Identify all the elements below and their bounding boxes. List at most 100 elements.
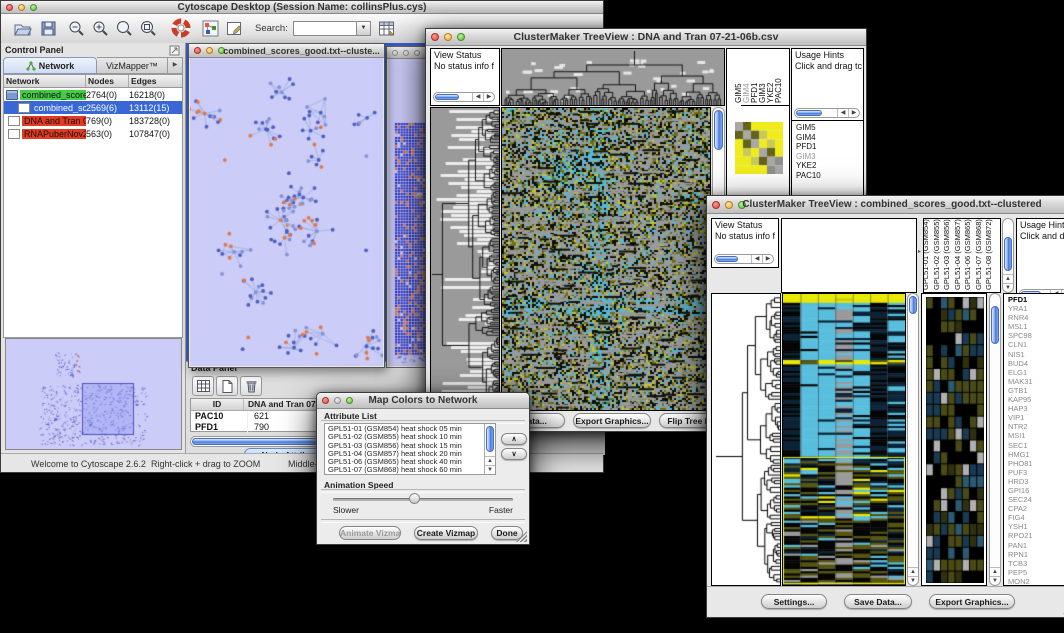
birdseye-view[interactable] xyxy=(5,338,182,450)
correlation-matrix[interactable] xyxy=(735,122,783,174)
move-up-button[interactable]: ∧ xyxy=(501,433,527,445)
gene-label[interactable]: PAN1 xyxy=(1008,541,1033,550)
search-dropdown-button[interactable]: ▼ xyxy=(356,21,371,36)
gene-label[interactable]: MSL1 xyxy=(1008,322,1033,331)
settings-button[interactable]: Settings... xyxy=(761,594,827,609)
scrollbar-thumb[interactable] xyxy=(486,426,494,452)
zoom-window-icon[interactable] xyxy=(414,50,420,56)
gene-label[interactable]: CPA2 xyxy=(1008,504,1033,513)
slider-thumb[interactable] xyxy=(409,493,420,504)
zoom-fit-icon[interactable] xyxy=(139,19,158,38)
gene-label[interactable]: HMG1 xyxy=(1008,450,1033,459)
gene-label[interactable]: MAK31 xyxy=(1008,377,1033,386)
search-input[interactable] xyxy=(293,21,357,36)
select-attributes-button[interactable] xyxy=(192,376,214,396)
tab-vizmapper[interactable]: VizMapper™ xyxy=(97,57,168,74)
gene-label[interactable]: PUF3 xyxy=(1008,468,1033,477)
tab-more-button[interactable]: ▶ xyxy=(168,57,183,74)
gene-label[interactable]: PFD1 xyxy=(796,142,821,152)
network-view-canvas[interactable] xyxy=(190,58,383,366)
gene-label-list[interactable]: GIM5GIM4PFD1GIM3YKE2PAC10 xyxy=(796,123,821,180)
gene-label[interactable]: PHO81 xyxy=(1008,459,1033,468)
gene-label[interactable]: HRD3 xyxy=(1008,477,1033,486)
close-icon[interactable] xyxy=(392,50,398,56)
gene-label[interactable]: PFD1 xyxy=(1008,295,1033,304)
gene-label[interactable]: YKE2 xyxy=(796,161,821,171)
save-data-button[interactable]: Save Data... xyxy=(844,594,912,609)
scrollbar-thumb[interactable] xyxy=(796,110,822,116)
heatmap-vscrollbar[interactable]: ▲▼ xyxy=(907,293,919,586)
view-status-scrollbar[interactable]: ◀▶ xyxy=(714,254,774,264)
row-dendrogram[interactable] xyxy=(711,293,781,586)
gene-label[interactable]: GPI16 xyxy=(1008,486,1033,495)
zoom-heatmap-panel[interactable] xyxy=(921,293,987,586)
animate-vizmap-button[interactable]: Animate Vizmap xyxy=(339,526,401,540)
row-dendrogram[interactable] xyxy=(430,107,500,411)
gene-label[interactable]: RNR4 xyxy=(1008,313,1033,322)
gene-label[interactable]: PEP5 xyxy=(1008,568,1033,577)
gene-label[interactable]: GIM3 xyxy=(796,152,821,162)
gene-label[interactable]: VIP1 xyxy=(1008,413,1033,422)
column-tree-area[interactable] xyxy=(781,218,917,293)
network-row[interactable]: combined_sco2569(6)13112(15) xyxy=(4,101,182,114)
done-button[interactable]: Done xyxy=(491,526,523,540)
zoom-in-icon[interactable] xyxy=(91,19,110,38)
network-row[interactable]: combined_scores2764(0)16218(0) xyxy=(4,88,182,101)
gene-label[interactable]: GIM4 xyxy=(796,133,821,143)
gene-label[interactable]: RPO21 xyxy=(1008,531,1033,540)
main-titlebar[interactable]: Cytoscape Desktop (Session Name: collins… xyxy=(1,1,603,14)
gene-label[interactable]: BUD4 xyxy=(1008,359,1033,368)
view-status-scrollbar[interactable]: ◀▶ xyxy=(433,92,495,102)
save-icon[interactable] xyxy=(39,19,58,38)
gene-label-list[interactable]: PFD1YRA1RNR4MSL1SPC98CLN1NIS1BUD4ELG1MAK… xyxy=(1008,295,1033,586)
gene-label[interactable]: NTR2 xyxy=(1008,422,1033,431)
gene-label[interactable]: GTB1 xyxy=(1008,386,1033,395)
attribute-table-icon[interactable] xyxy=(377,19,396,38)
network-row[interactable]: DNA and Tran 07769(0)183728(0) xyxy=(4,114,182,127)
annotation-icon[interactable] xyxy=(225,19,244,38)
delete-attribute-button[interactable] xyxy=(240,376,262,396)
gene-label[interactable]: NIS1 xyxy=(1008,350,1033,359)
heatmap-view[interactable] xyxy=(501,107,711,411)
animation-speed-slider[interactable] xyxy=(333,498,513,501)
gene-label[interactable]: YSH1 xyxy=(1008,522,1033,531)
scrollbar-thumb[interactable] xyxy=(714,110,723,150)
gene-label[interactable]: MSI1 xyxy=(1008,431,1033,440)
tab-network[interactable]: Network xyxy=(3,57,97,74)
column-header-id[interactable]: ID xyxy=(191,399,244,410)
minimize-icon[interactable] xyxy=(403,50,409,56)
gene-label[interactable]: SEC24 xyxy=(1008,495,1033,504)
create-vizmap-button[interactable]: Create Vizmap xyxy=(414,526,478,540)
gene-label[interactable]: GIM5 xyxy=(796,123,821,133)
gene-label[interactable]: RPN1 xyxy=(1008,550,1033,559)
export-graphics-button[interactable]: Export Graphics... xyxy=(929,594,1015,609)
new-attribute-button[interactable] xyxy=(216,376,238,396)
gene-label[interactable]: FIG4 xyxy=(1008,513,1033,522)
scrollbar-thumb[interactable] xyxy=(716,256,738,262)
float-panel-icon[interactable] xyxy=(169,45,180,56)
export-graphics-button[interactable]: Export Graphics... xyxy=(573,413,651,428)
zoom-vscrollbar[interactable]: ▲▼ xyxy=(989,293,1001,586)
gene-label[interactable]: ELG1 xyxy=(1008,368,1033,377)
move-down-button[interactable]: ∨ xyxy=(501,448,527,460)
open-folder-icon[interactable] xyxy=(13,19,32,38)
heatmap-view[interactable] xyxy=(782,293,906,586)
attribute-list-item[interactable]: GPL51-07 (GSM868) heat shock 60 min xyxy=(328,466,482,474)
zoom-selected-icon[interactable] xyxy=(115,19,134,38)
gene-label[interactable]: MON2 xyxy=(1008,577,1033,586)
scrollbar-thumb[interactable] xyxy=(909,296,917,314)
gene-label[interactable]: SEC1 xyxy=(1008,441,1033,450)
gene-label[interactable]: YRA1 xyxy=(1008,304,1033,313)
scrollbar-thumb[interactable] xyxy=(991,306,999,344)
scrollbar-thumb[interactable] xyxy=(1004,237,1012,271)
splitter-arrow-icon[interactable]: ▸ xyxy=(918,248,921,255)
attribute-list-scrollbar[interactable]: ▲▼ xyxy=(484,424,495,474)
gene-label[interactable]: CLN1 xyxy=(1008,340,1033,349)
network-icon[interactable] xyxy=(201,19,220,38)
attribute-list[interactable]: GPL51-01 (GSM854) heat shock 05 minGPL51… xyxy=(324,423,496,475)
network-table-header[interactable]: Network Nodes Edges xyxy=(4,75,182,88)
gene-label[interactable]: PAC10 xyxy=(796,171,821,181)
gene-label[interactable]: SPC98 xyxy=(1008,331,1033,340)
zoom-out-icon[interactable] xyxy=(67,19,86,38)
network-row[interactable]: RNAPuberNov2+563(0)107847(0) xyxy=(4,127,182,140)
